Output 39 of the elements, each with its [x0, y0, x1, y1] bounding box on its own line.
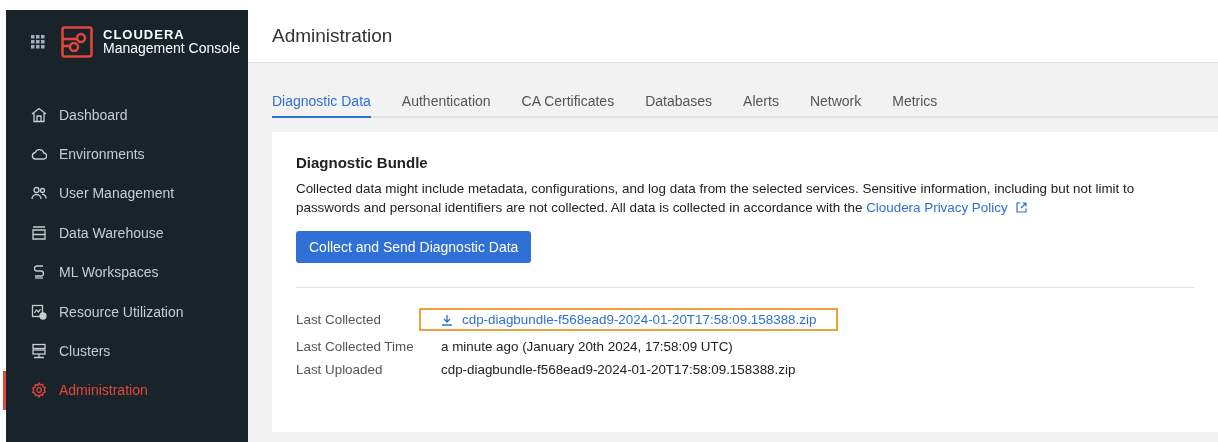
sidebar-item[interactable]: Dashboard	[3, 95, 248, 135]
cloud-icon	[31, 146, 47, 163]
privacy-policy-link[interactable]: Cloudera Privacy Policy	[866, 200, 1008, 215]
detail-label: Last Uploaded	[296, 362, 384, 377]
page-title: Administration	[272, 25, 393, 47]
detail-value: a minute ago (January 20th 2024, 17:58:09 UTC)	[441, 339, 733, 354]
sidebar-item[interactable]: ML Workspaces	[3, 252, 248, 292]
squiggle-icon	[31, 264, 47, 281]
download-icon	[441, 313, 453, 326]
sidebar-item[interactable]: Resource Utilization	[3, 291, 248, 332]
detail-label: Last Collected Time	[296, 339, 415, 354]
tab[interactable]: Diagnostic Data	[272, 93, 371, 118]
download-link[interactable]: cdp-diagbundle-f568ead9-2024-01-20T17:58:09.158388.zip	[419, 308, 839, 331]
tab[interactable]: CA Certificates	[521, 93, 615, 118]
product-name: Management Console	[103, 41, 240, 57]
section-title: Diagnostic Bundle	[296, 154, 429, 171]
chart-icon	[31, 303, 47, 320]
tab[interactable]: Metrics	[892, 93, 938, 118]
sidebar-item[interactable]: Environments	[3, 134, 248, 174]
tab[interactable]: Databases	[645, 93, 713, 118]
external-link-icon	[1015, 202, 1027, 213]
collect-send-button[interactable]: Collect and Send Diagnostic Data	[296, 231, 532, 263]
logo-icon	[61, 26, 93, 58]
database-icon	[31, 224, 47, 241]
sidebar-item[interactable]: Data Warehouse	[3, 213, 248, 253]
server-icon	[31, 343, 47, 360]
detail-label: Last Collected	[296, 312, 382, 327]
tab[interactable]: Authentication	[401, 93, 491, 118]
brand-name: CLOUDERA	[103, 27, 186, 42]
gear-icon	[31, 382, 47, 399]
sidebar-item[interactable]: Clusters	[3, 331, 248, 371]
detail-value: cdp-diagbundle-f568ead9-2024-01-20T17:58:09.158388.zip	[441, 362, 796, 377]
description-text: Collected data might include metadata, configurations, and log data from the selected services. Sensitive information, including but not limit to passwords and personal identifiers are not collected. All data is collected in accordance with the Cloudera Privacy Policy	[296, 180, 1136, 217]
sidebar-item[interactable]: User Management	[3, 173, 248, 214]
tab[interactable]: Alerts	[743, 93, 779, 118]
tab[interactable]: Network	[809, 93, 862, 118]
users-icon	[31, 185, 47, 202]
app-grid-icon[interactable]	[31, 35, 45, 49]
home-icon	[31, 106, 47, 123]
